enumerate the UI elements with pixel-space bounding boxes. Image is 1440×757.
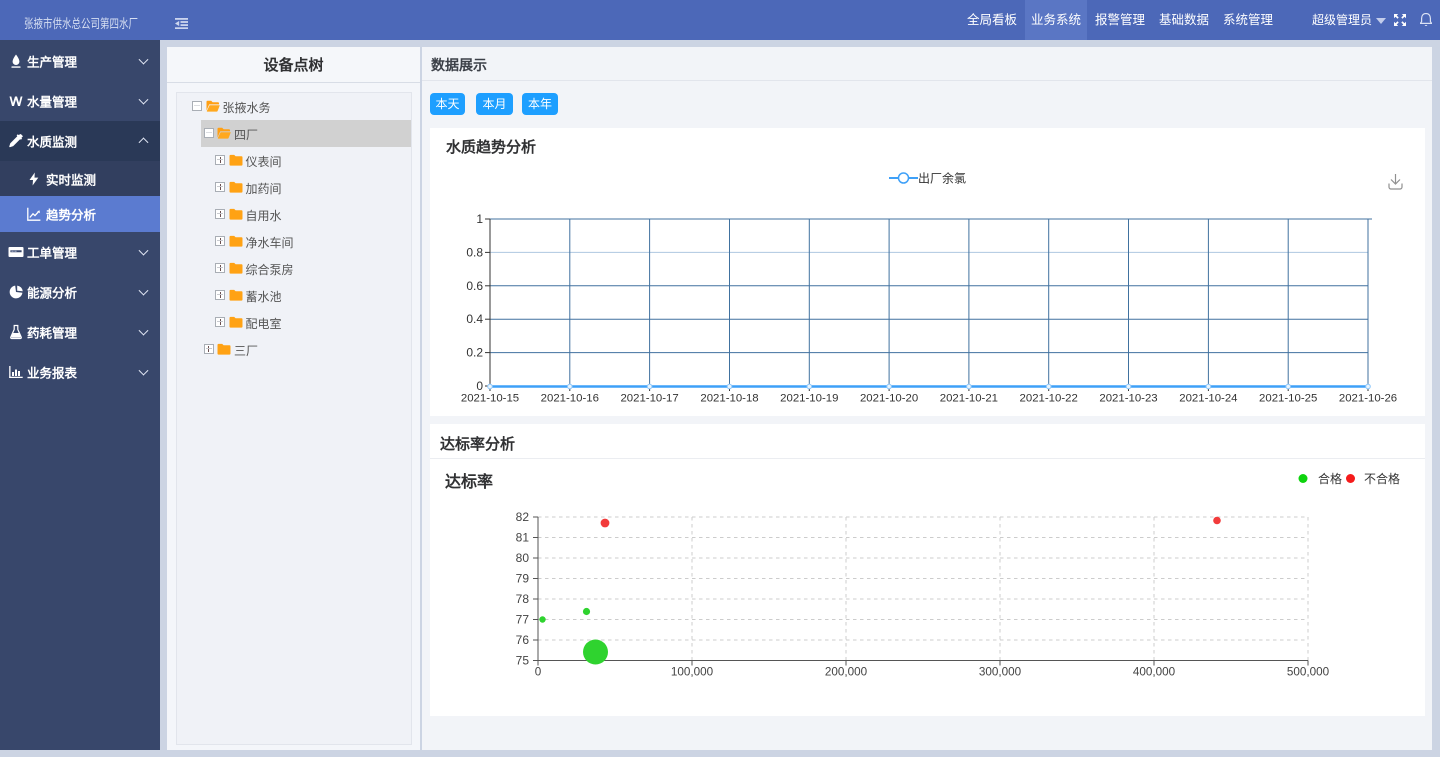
svg-text:0: 0	[476, 379, 483, 393]
svg-text:79: 79	[516, 572, 530, 586]
svg-text:300,000: 300,000	[979, 666, 1022, 679]
svg-text:0.2: 0.2	[466, 346, 483, 360]
svg-text:2021-10-21: 2021-10-21	[940, 393, 998, 405]
svg-text:100,000: 100,000	[671, 666, 714, 679]
svg-text:2021-10-25: 2021-10-25	[1259, 393, 1317, 405]
svg-text:2021-10-17: 2021-10-17	[620, 393, 678, 405]
svg-text:2021-10-20: 2021-10-20	[860, 393, 918, 405]
svg-text:合格: 合格	[1318, 471, 1342, 486]
svg-text:0: 0	[535, 666, 542, 679]
svg-text:82: 82	[516, 510, 530, 524]
svg-text:200,000: 200,000	[825, 666, 868, 679]
svg-text:0.4: 0.4	[466, 312, 483, 326]
svg-text:0.6: 0.6	[466, 279, 483, 293]
svg-text:不合格: 不合格	[1364, 471, 1400, 486]
svg-text:80: 80	[516, 551, 530, 565]
svg-text:2021-10-18: 2021-10-18	[700, 393, 758, 405]
svg-text:77: 77	[516, 613, 530, 627]
svg-text:2021-10-23: 2021-10-23	[1099, 393, 1157, 405]
svg-text:2021-10-26: 2021-10-26	[1339, 393, 1397, 405]
svg-text:75: 75	[516, 654, 530, 668]
svg-text:0.8: 0.8	[466, 245, 483, 259]
svg-text:400,000: 400,000	[1133, 666, 1176, 679]
svg-text:78: 78	[516, 592, 530, 606]
svg-text:出厂余氯: 出厂余氯	[918, 171, 966, 186]
svg-text:76: 76	[516, 633, 530, 647]
svg-text:500,000: 500,000	[1287, 666, 1330, 679]
svg-text:2021-10-15: 2021-10-15	[461, 393, 519, 405]
svg-text:2021-10-16: 2021-10-16	[541, 393, 599, 405]
svg-text:2021-10-19: 2021-10-19	[780, 393, 838, 405]
svg-text:2021-10-24: 2021-10-24	[1179, 393, 1237, 405]
svg-text:81: 81	[516, 531, 530, 545]
svg-text:1: 1	[476, 212, 483, 226]
svg-text:2021-10-22: 2021-10-22	[1020, 393, 1078, 405]
